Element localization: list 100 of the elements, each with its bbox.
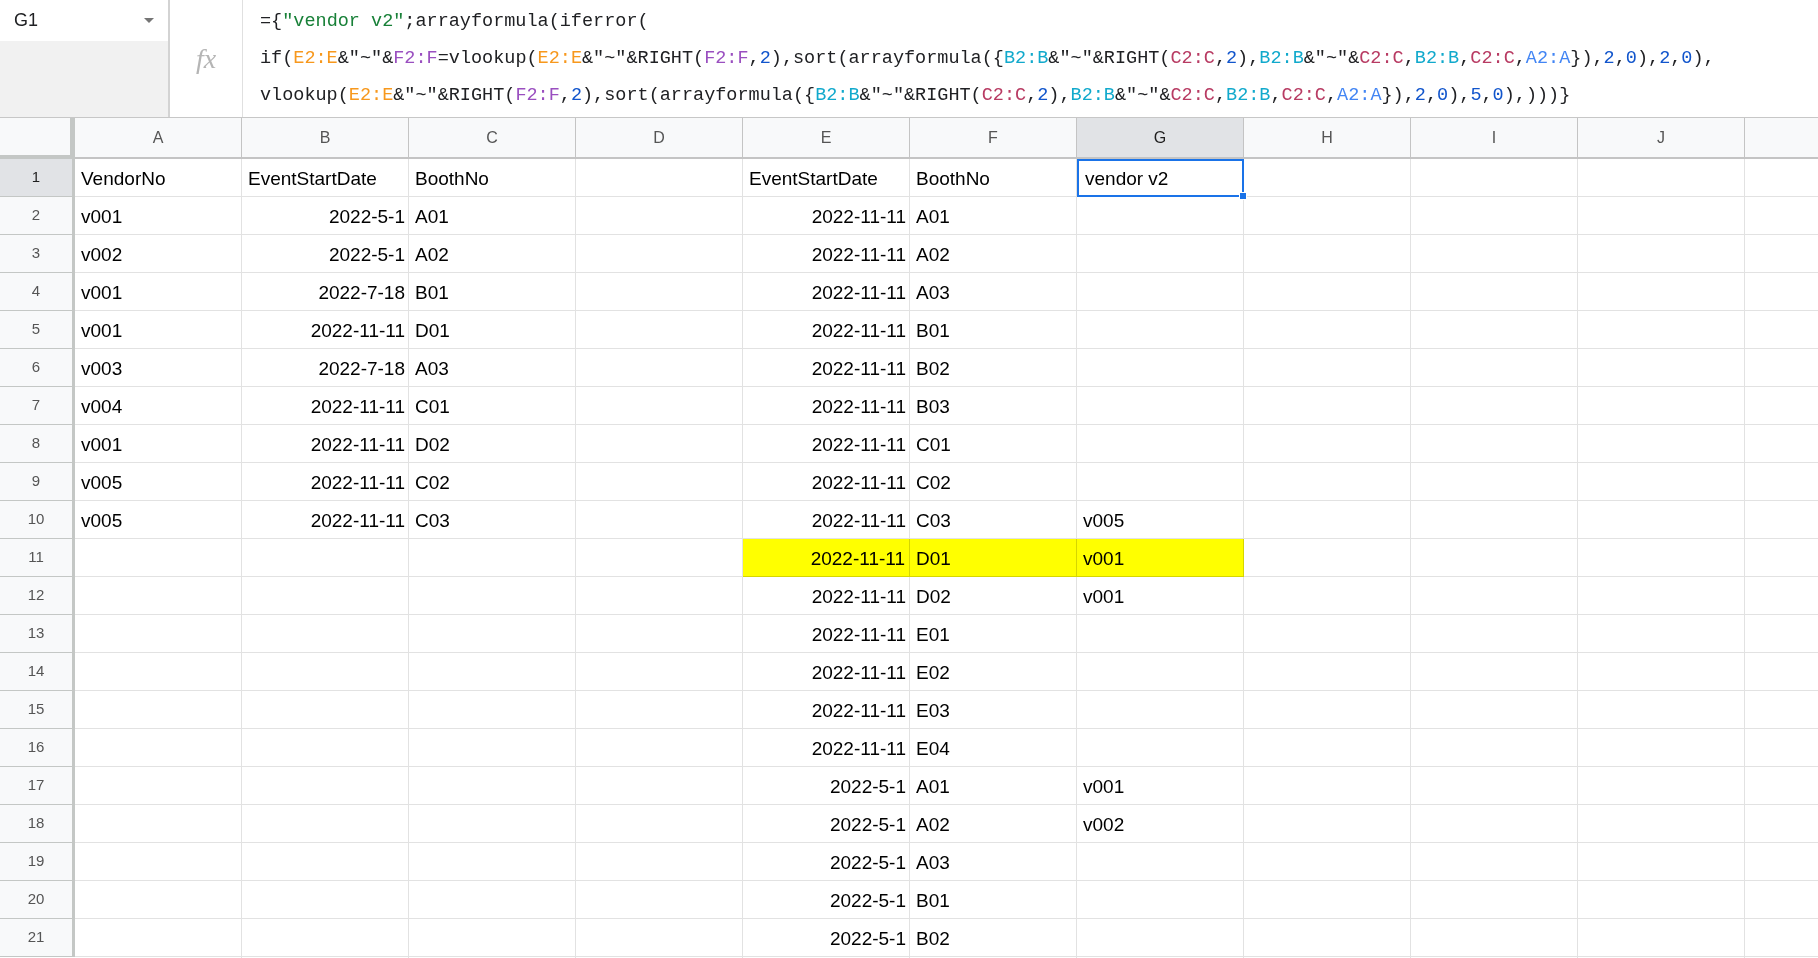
table-cell[interactable]: v005	[75, 501, 242, 539]
table-cell[interactable]: C03	[409, 501, 576, 539]
table-cell[interactable]: 2022-11-11	[743, 425, 910, 463]
column-header[interactable]: B	[242, 118, 409, 159]
row-header[interactable]: 1	[0, 159, 75, 197]
row-header[interactable]: 13	[0, 615, 75, 653]
select-all-corner[interactable]	[0, 118, 75, 159]
table-cell[interactable]: C02	[409, 463, 576, 501]
table-cell[interactable]: 2022-11-11	[242, 311, 409, 349]
row-header[interactable]: 4	[0, 273, 75, 311]
table-cell[interactable]: 2022-11-11	[743, 197, 910, 235]
table-cell[interactable]: v001	[1077, 539, 1244, 577]
column-header[interactable]: I	[1411, 118, 1578, 159]
table-cell[interactable]: EventStartDate	[242, 159, 409, 197]
table-cell[interactable]: EventStartDate	[743, 159, 910, 197]
row-header[interactable]: 15	[0, 691, 75, 729]
row-header[interactable]: 6	[0, 349, 75, 387]
table-cell[interactable]: A02	[409, 235, 576, 273]
table-cell[interactable]: 2022-11-11	[743, 349, 910, 387]
table-cell[interactable]: B01	[409, 273, 576, 311]
table-cell[interactable]: C02	[910, 463, 1077, 501]
table-cell[interactable]: B02	[910, 349, 1077, 387]
row-header[interactable]: 18	[0, 805, 75, 843]
table-cell[interactable]: C03	[910, 501, 1077, 539]
table-cell[interactable]: B02	[910, 919, 1077, 957]
table-cell[interactable]: VendorNo	[75, 159, 242, 197]
table-cell[interactable]: A03	[409, 349, 576, 387]
row-header[interactable]: 21	[0, 919, 75, 957]
table-cell[interactable]: B01	[910, 881, 1077, 919]
table-cell[interactable]: A03	[910, 843, 1077, 881]
row-header[interactable]: 3	[0, 235, 75, 273]
table-cell[interactable]: 2022-11-11	[242, 463, 409, 501]
table-cell[interactable]: 2022-5-1	[743, 843, 910, 881]
table-cell[interactable]: v002	[1077, 805, 1244, 843]
table-cell[interactable]: 2022-7-18	[242, 273, 409, 311]
fill-handle[interactable]	[1239, 192, 1247, 200]
table-cell[interactable]: v001	[75, 197, 242, 235]
table-cell[interactable]: C01	[910, 425, 1077, 463]
table-cell[interactable]: v003	[75, 349, 242, 387]
row-header[interactable]: 5	[0, 311, 75, 349]
column-header[interactable]: C	[409, 118, 576, 159]
table-cell[interactable]: C01	[409, 387, 576, 425]
row-header[interactable]: 7	[0, 387, 75, 425]
table-cell[interactable]: v001	[75, 273, 242, 311]
row-header[interactable]: 2	[0, 197, 75, 235]
table-cell[interactable]: v001	[1077, 577, 1244, 615]
table-cell[interactable]: 2022-11-11	[242, 425, 409, 463]
table-cell[interactable]: A01	[910, 767, 1077, 805]
table-cell[interactable]: E03	[910, 691, 1077, 729]
column-header[interactable]: F	[910, 118, 1077, 159]
table-cell[interactable]: 2022-11-11	[743, 273, 910, 311]
table-cell[interactable]: A01	[409, 197, 576, 235]
table-cell[interactable]: A02	[910, 235, 1077, 273]
table-cell[interactable]: E02	[910, 653, 1077, 691]
table-cell[interactable]: E04	[910, 729, 1077, 767]
column-header[interactable]: E	[743, 118, 910, 159]
row-header[interactable]: 20	[0, 881, 75, 919]
table-cell[interactable]: 2022-11-11	[743, 501, 910, 539]
table-cell[interactable]: D01	[910, 539, 1077, 577]
table-cell[interactable]: A02	[910, 805, 1077, 843]
table-cell[interactable]: 2022-5-1	[743, 881, 910, 919]
table-cell[interactable]: 2022-7-18	[242, 349, 409, 387]
row-header[interactable]: 14	[0, 653, 75, 691]
table-cell[interactable]: 2022-11-11	[743, 539, 910, 577]
table-cell[interactable]: A03	[910, 273, 1077, 311]
column-header[interactable]: H	[1244, 118, 1411, 159]
column-header[interactable]: A	[75, 118, 242, 159]
table-cell[interactable]: D02	[910, 577, 1077, 615]
row-header[interactable]: 19	[0, 843, 75, 881]
table-cell[interactable]: B03	[910, 387, 1077, 425]
table-cell[interactable]: 2022-11-11	[743, 387, 910, 425]
table-cell[interactable]: 2022-11-11	[743, 615, 910, 653]
name-box[interactable]: G1	[0, 0, 168, 41]
column-header[interactable]: D	[576, 118, 743, 159]
row-header[interactable]: 8	[0, 425, 75, 463]
table-cell[interactable]: v002	[75, 235, 242, 273]
formula-field[interactable]: ={"vendor v2";arrayformula(iferror( if(E2:E&"~"&F2:F=vlookup(E2:E&"~"&RIGHT(F2:F,2),sort(arrayformula({B2:B&"~"&RIGHT(C2:C,2),B2:B&"~"&C2:C,B2:B,C2:C,A2:A}),2,0),2,0), vlookup(E2:E&"~"&RIGHT(F2:F,2),sort(arrayformula({B2:B&"~"&RIGHT(C2:C,2),B2:B&"~"&C2:C,B2:B,C2:C,A2:A}),2,0),5,0),)))}	[260, 3, 1715, 114]
table-cell[interactable]: 2022-11-11	[743, 729, 910, 767]
table-cell[interactable]: B01	[910, 311, 1077, 349]
table-cell[interactable]: 2022-5-1	[242, 235, 409, 273]
table-cell[interactable]: v005	[1077, 501, 1244, 539]
table-cell[interactable]: v005	[75, 463, 242, 501]
table-cell[interactable]: v004	[75, 387, 242, 425]
row-header[interactable]: 17	[0, 767, 75, 805]
table-cell[interactable]: 2022-5-1	[242, 197, 409, 235]
row-header[interactable]: 9	[0, 463, 75, 501]
table-cell[interactable]: 2022-5-1	[743, 805, 910, 843]
table-cell[interactable]: 2022-11-11	[743, 235, 910, 273]
table-cell[interactable]: v001	[1077, 767, 1244, 805]
column-header[interactable]: J	[1578, 118, 1745, 159]
table-cell[interactable]: 2022-11-11	[743, 311, 910, 349]
table-cell[interactable]: 2022-11-11	[242, 387, 409, 425]
table-cell[interactable]: vendor v2	[1077, 159, 1244, 197]
column-header[interactable]	[1745, 118, 1818, 159]
table-cell[interactable]: v001	[75, 311, 242, 349]
table-cell[interactable]: BoothNo	[409, 159, 576, 197]
row-header[interactable]: 12	[0, 577, 75, 615]
table-cell[interactable]: D02	[409, 425, 576, 463]
row-header[interactable]: 10	[0, 501, 75, 539]
table-cell[interactable]: E01	[910, 615, 1077, 653]
